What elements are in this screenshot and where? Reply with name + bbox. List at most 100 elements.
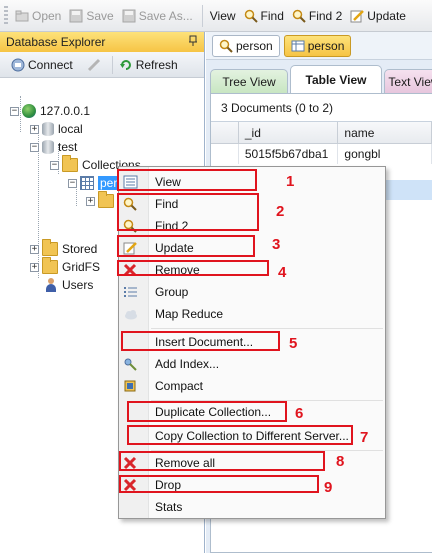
menu-item-compact[interactable]: Compact xyxy=(119,375,385,397)
menu-item-stats[interactable]: Stats xyxy=(119,496,385,518)
tab-text-view[interactable]: Text View xyxy=(384,69,432,93)
key-icon xyxy=(123,357,138,371)
expand-toggle[interactable]: + xyxy=(30,244,39,254)
find2-button[interactable]: Find 2 xyxy=(289,5,345,27)
gridfs-label: GridFS xyxy=(62,260,101,274)
menu-label: Add Index... xyxy=(155,357,220,371)
annotation-box-1 xyxy=(117,169,257,191)
group-list-icon xyxy=(123,285,138,299)
collection-grid-icon xyxy=(291,39,305,53)
tree-node-gridfs[interactable]: + GridFS xyxy=(30,257,101,276)
user-icon xyxy=(44,278,58,292)
db-label-test: test xyxy=(58,140,78,154)
annotation-number-8: 8 xyxy=(336,453,345,470)
tree-node-local[interactable]: + local xyxy=(30,120,83,138)
menu-item-group[interactable]: Group xyxy=(119,281,385,303)
annotation-box-9 xyxy=(119,475,319,493)
explorer-toolbar-separator xyxy=(111,55,113,74)
menu-label: Map Reduce xyxy=(155,307,224,321)
annotation-number-6: 6 xyxy=(295,405,304,422)
annotation-number-5: 5 xyxy=(289,335,298,352)
tree-node-server[interactable]: − 127.0.0.1 xyxy=(10,102,90,120)
main-toolbar: Open Save Save As... View Find Find 2 Up… xyxy=(0,0,432,32)
update-button[interactable]: Update xyxy=(347,5,409,27)
save-label: Save xyxy=(86,8,114,23)
save-as-label: Save As... xyxy=(138,8,193,23)
cloud-icon xyxy=(123,307,138,321)
table-row[interactable]: 5015f5b67dba1 gongbl xyxy=(211,144,432,164)
save-as-button[interactable]: Save As... xyxy=(119,5,196,27)
expand-toggle[interactable]: + xyxy=(86,196,95,206)
expand-toggle[interactable]: + xyxy=(30,262,39,272)
annotation-number-9: 9 xyxy=(324,479,333,496)
database-icon xyxy=(42,122,54,136)
view-tab-strip: Tree View Text View Table View xyxy=(206,65,432,93)
tree-node-test[interactable]: − test xyxy=(30,138,77,156)
view-button[interactable]: View xyxy=(207,5,239,27)
tree-node-users[interactable]: Users xyxy=(44,276,93,294)
explorer-header: Database Explorer xyxy=(0,32,204,52)
stored-label: Stored xyxy=(62,242,98,256)
row-header xyxy=(211,144,239,164)
connect-button[interactable]: Connect xyxy=(8,54,76,76)
menu-item-map-reduce[interactable]: Map Reduce xyxy=(119,303,385,325)
explorer-title: Database Explorer xyxy=(6,35,106,49)
collapse-toggle[interactable]: − xyxy=(30,142,39,152)
database-icon xyxy=(42,140,54,154)
annotation-box-7 xyxy=(127,425,353,445)
refresh-icon xyxy=(119,58,133,72)
refresh-label: Refresh xyxy=(135,57,178,72)
folder-icon xyxy=(42,257,58,274)
tab-table-view[interactable]: Table View xyxy=(290,65,382,93)
doc-tab-person-find[interactable]: person xyxy=(212,34,280,57)
tab-tree-view[interactable]: Tree View xyxy=(210,69,288,93)
annotation-box-3 xyxy=(117,235,255,257)
document-count: 3 Documents (0 to 2) xyxy=(211,94,432,122)
annotation-number-1: 1 xyxy=(286,173,295,190)
folder-icon xyxy=(98,191,114,208)
expand-toggle[interactable]: + xyxy=(30,124,39,134)
row-header-corner xyxy=(211,122,239,144)
menu-label: Compact xyxy=(155,379,204,393)
doc-tab-label: person xyxy=(236,38,273,53)
tree-node-stored[interactable]: + Stored xyxy=(30,239,98,258)
collapse-toggle[interactable]: − xyxy=(50,160,59,170)
open-label: Open xyxy=(32,8,62,23)
pin-icon[interactable] xyxy=(188,35,198,50)
open-button[interactable]: Open xyxy=(12,5,64,27)
annotation-box-5 xyxy=(121,331,280,351)
view-label: View xyxy=(209,8,236,23)
menu-item-add-index[interactable]: Add Index... xyxy=(119,353,385,375)
cell-id: 5015f5b67dba1 xyxy=(239,144,339,164)
cell-name: gongbl xyxy=(338,144,432,164)
doc-tab-label: person xyxy=(307,38,345,53)
toolbar-separator xyxy=(201,4,203,27)
magnifier-icon xyxy=(292,9,306,23)
db-label-local: local xyxy=(58,122,83,136)
toolbar-grip[interactable] xyxy=(4,5,8,26)
table-header: _id name xyxy=(211,122,432,144)
menu-separator xyxy=(151,328,383,329)
collapse-toggle[interactable]: − xyxy=(10,106,19,116)
edit-icon xyxy=(350,9,365,23)
disconnect-button[interactable] xyxy=(84,54,107,76)
update-label: Update xyxy=(367,8,406,23)
menu-label: Group xyxy=(155,285,189,299)
column-header-id[interactable]: _id xyxy=(239,122,339,144)
collection-grid-icon xyxy=(80,176,94,190)
find2-label: Find 2 xyxy=(308,8,343,23)
collapse-toggle[interactable]: − xyxy=(68,178,77,188)
folder-icon xyxy=(62,155,78,172)
compact-icon xyxy=(123,379,138,393)
document-tab-strip: person person xyxy=(206,32,432,60)
refresh-button[interactable]: Refresh xyxy=(116,54,181,76)
doc-tab-person-collection[interactable]: person xyxy=(283,34,352,57)
find-label: Find xyxy=(260,8,284,23)
disconnect-icon xyxy=(87,58,101,72)
users-label: Users xyxy=(62,278,94,292)
save-button[interactable]: Save xyxy=(66,5,116,27)
folder-icon xyxy=(42,239,58,256)
column-header-name[interactable]: name xyxy=(338,122,432,144)
tree-node-indexes[interactable]: + xyxy=(86,191,118,210)
find-button[interactable]: Find xyxy=(241,5,287,27)
